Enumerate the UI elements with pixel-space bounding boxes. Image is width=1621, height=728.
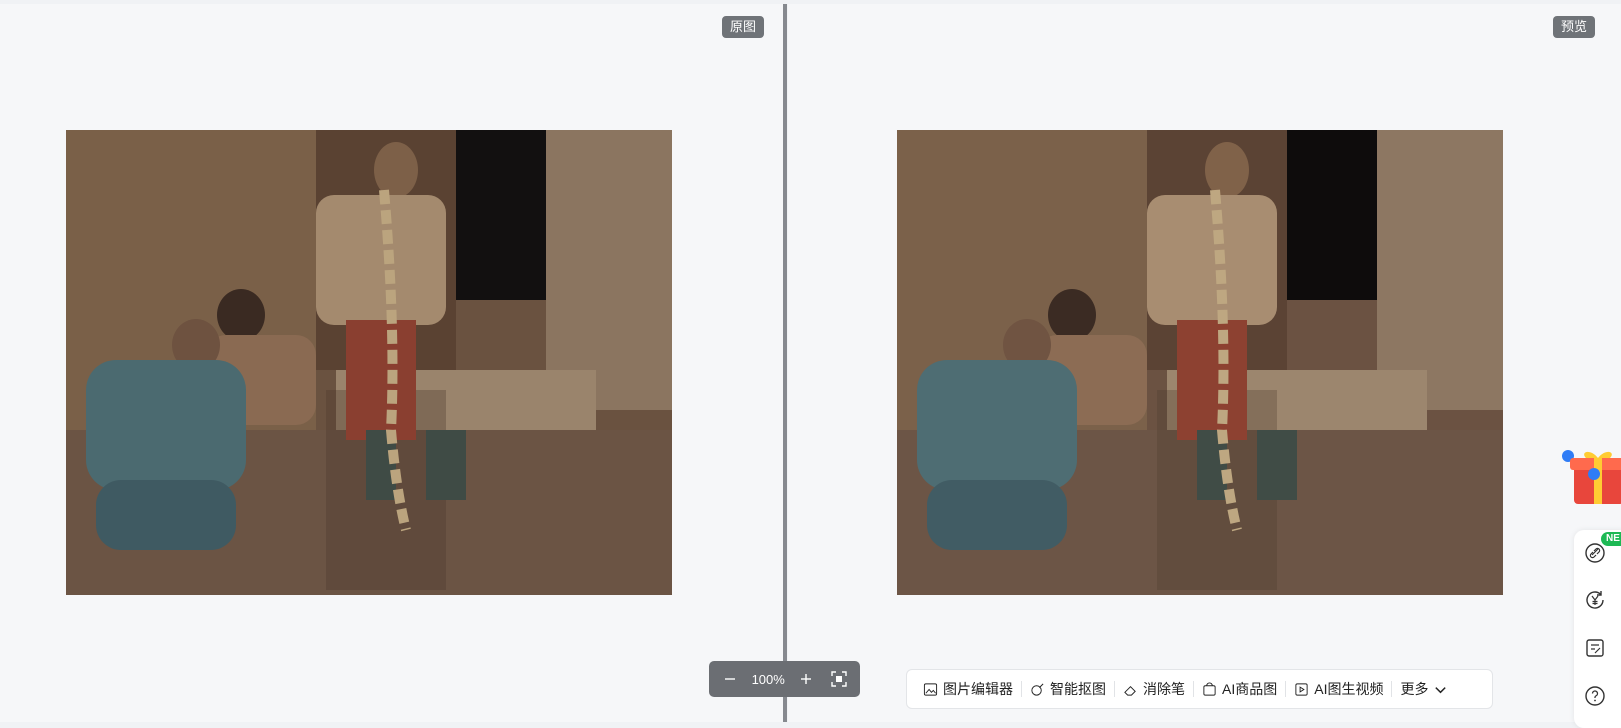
smart-cutout-button[interactable]: 智能抠图	[1022, 679, 1114, 699]
help-button[interactable]	[1584, 685, 1606, 707]
image-editor-label: 图片编辑器	[943, 681, 1013, 697]
video-icon	[1295, 682, 1308, 696]
smart-cutout-label: 智能抠图	[1050, 681, 1106, 697]
note-icon	[1586, 639, 1604, 657]
gift-promo-button[interactable]	[1560, 440, 1621, 510]
fit-screen-icon	[831, 671, 847, 687]
chevron-down-icon	[1435, 686, 1447, 693]
ai-image-to-video-button[interactable]: AI图生视频	[1286, 679, 1391, 699]
eraser-icon	[1124, 685, 1136, 696]
link-tool-button[interactable]	[1584, 542, 1606, 564]
minus-icon	[725, 678, 735, 680]
help-icon	[1585, 686, 1605, 706]
new-badge: NE	[1601, 532, 1621, 546]
compare-divider[interactable]	[783, 4, 787, 722]
image-icon	[923, 682, 938, 696]
zoom-control: 100%	[709, 661, 860, 697]
eraser-button[interactable]: 消除笔	[1115, 679, 1193, 699]
right-rail	[1574, 530, 1621, 728]
notes-button[interactable]	[1584, 637, 1606, 659]
eraser-label: 消除笔	[1143, 681, 1185, 697]
ai-image-to-video-label: AI图生视频	[1314, 681, 1384, 697]
cutout-icon	[1031, 683, 1044, 696]
yuan-refresh-icon	[1586, 591, 1604, 609]
link-icon	[1585, 543, 1605, 563]
preview-badge: 预览	[1553, 16, 1596, 38]
original-badge: 原图	[722, 16, 765, 38]
more-label: 更多	[1400, 681, 1429, 697]
zoom-level: 100%	[751, 671, 785, 687]
bag-icon	[1203, 682, 1216, 696]
plus-icon	[801, 674, 812, 684]
fit-screen-button[interactable]	[828, 668, 850, 690]
preview-image	[897, 130, 1503, 595]
zoom-out-button[interactable]	[719, 668, 741, 690]
ai-product-image-button[interactable]: AI商品图	[1194, 679, 1285, 699]
tool-bar: 图片编辑器 智能抠图 消除笔 AI商品图 AI图生视频 更多	[906, 669, 1493, 709]
pricing-button[interactable]	[1584, 589, 1606, 611]
more-button[interactable]: 更多	[1392, 679, 1456, 699]
gift-icon	[1562, 450, 1621, 504]
original-image	[66, 130, 672, 595]
zoom-in-button[interactable]	[795, 668, 817, 690]
image-editor-button[interactable]: 图片编辑器	[915, 679, 1021, 699]
ai-product-image-label: AI商品图	[1222, 681, 1278, 697]
